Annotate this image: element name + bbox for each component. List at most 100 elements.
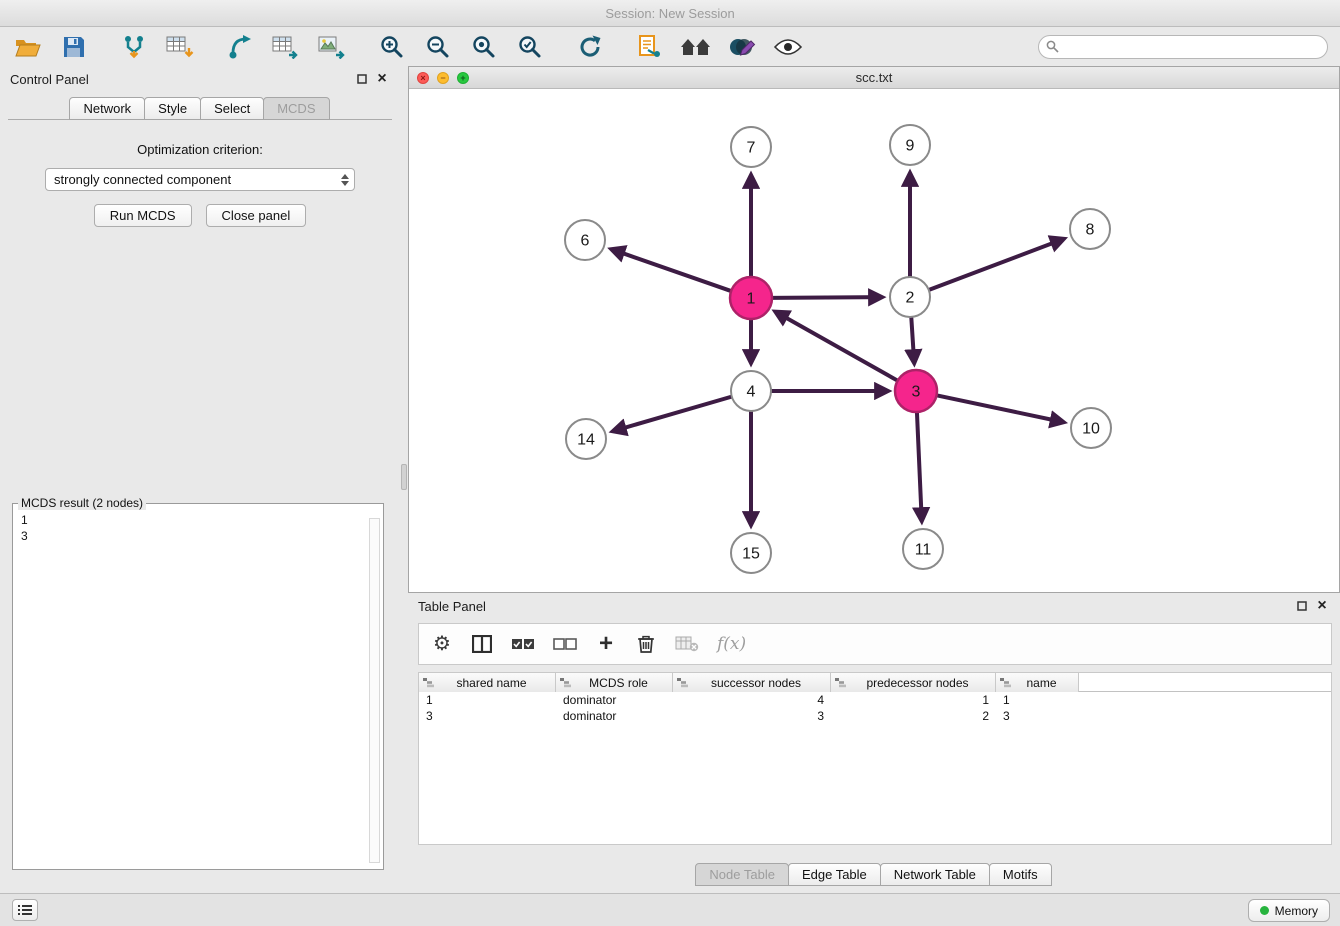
svg-text:2: 2 <box>906 290 915 307</box>
edge-2-8[interactable] <box>930 239 1063 289</box>
application-window: Session: New Session <box>0 0 1340 926</box>
home-icon[interactable] <box>680 32 712 62</box>
svg-text:1: 1 <box>747 291 756 308</box>
control-tab-mcds[interactable]: MCDS <box>263 97 329 120</box>
node-4[interactable]: 4 <box>731 371 771 411</box>
edge-1-6[interactable] <box>612 250 731 292</box>
node-table: shared nameMCDS rolesuccessor nodesprede… <box>418 672 1332 845</box>
export-table-icon[interactable] <box>270 32 302 62</box>
select-all-columns-icon[interactable] <box>511 631 535 657</box>
zoom-out-icon[interactable] <box>422 32 454 62</box>
control-panel-title: Control Panel <box>10 72 350 87</box>
float-panel-icon[interactable] <box>354 71 370 87</box>
node-10[interactable]: 10 <box>1071 408 1111 448</box>
node-3[interactable]: 3 <box>895 370 937 412</box>
node-15[interactable]: 15 <box>731 533 771 573</box>
search-icon <box>1046 40 1059 58</box>
window-minimize-button[interactable]: − <box>437 72 449 84</box>
function-builder-icon[interactable]: f(x) <box>717 631 746 657</box>
table-tab-motifs[interactable]: Motifs <box>989 863 1052 886</box>
node-9[interactable]: 9 <box>890 125 930 165</box>
mcds-result-title: MCDS result (2 nodes) <box>18 496 146 510</box>
window-title: Session: New Session <box>605 6 734 21</box>
search-input[interactable] <box>1038 35 1328 59</box>
control-tab-network[interactable]: Network <box>69 97 145 120</box>
splitter-grip[interactable] <box>401 464 407 490</box>
panel-splitter[interactable] <box>400 66 408 893</box>
status-menu-button[interactable] <box>12 899 38 921</box>
table-tab-network-table[interactable]: Network Table <box>880 863 990 886</box>
window-close-button[interactable]: × <box>417 72 429 84</box>
export-network-icon[interactable] <box>224 32 256 62</box>
delete-column-icon[interactable] <box>635 631 657 657</box>
network-window-title: scc.txt <box>856 70 893 85</box>
main-toolbar <box>0 27 1340 66</box>
node-6[interactable]: 6 <box>565 220 605 260</box>
add-column-icon[interactable]: + <box>595 631 617 657</box>
criterion-dropdown[interactable]: strongly connected component <box>45 168 355 191</box>
export-image-icon[interactable] <box>316 32 348 62</box>
zoom-selected-icon[interactable] <box>514 32 546 62</box>
window-titlebar: Session: New Session <box>0 0 1340 27</box>
window-zoom-button[interactable]: + <box>457 72 469 84</box>
result-scrollbar[interactable] <box>369 518 380 863</box>
control-tab-style[interactable]: Style <box>144 97 201 120</box>
sort-icon <box>677 677 688 688</box>
settings-gear-icon[interactable]: ⚙ <box>431 631 453 657</box>
table-row[interactable]: 1dominator411 <box>419 692 1331 708</box>
style-edit-icon[interactable] <box>726 32 758 62</box>
memory-button[interactable]: Memory <box>1248 899 1330 922</box>
edge-3-10[interactable] <box>937 395 1063 422</box>
node-1[interactable]: 1 <box>730 277 772 319</box>
column-header-successor-nodes[interactable]: successor nodes <box>673 673 831 692</box>
node-2[interactable]: 2 <box>890 277 930 317</box>
delete-table-icon[interactable] <box>675 631 699 657</box>
close-panel-icon[interactable]: × <box>374 71 390 87</box>
edge-4-14[interactable] <box>614 397 731 431</box>
close-panel-button[interactable]: Close panel <box>206 204 307 227</box>
eye-icon[interactable] <box>772 32 804 62</box>
table-row[interactable]: 3dominator323 <box>419 708 1331 724</box>
svg-text:10: 10 <box>1082 421 1100 438</box>
save-icon[interactable] <box>58 32 90 62</box>
table-body: 1dominator4113dominator323 <box>419 692 1331 724</box>
float-table-panel-icon[interactable] <box>1294 598 1310 614</box>
control-panel: Control Panel × NetworkStyleSelectMCDS O… <box>0 66 400 893</box>
column-header-predecessor-nodes[interactable]: predecessor nodes <box>831 673 996 692</box>
edge-1-2[interactable] <box>772 297 881 298</box>
import-network-icon[interactable] <box>118 32 150 62</box>
node-8[interactable]: 8 <box>1070 209 1110 249</box>
table-toolbar: ⚙ + f(x) <box>418 623 1332 665</box>
column-header-shared-name[interactable]: shared name <box>419 673 556 692</box>
control-tab-select[interactable]: Select <box>200 97 264 120</box>
refresh-icon[interactable] <box>574 32 606 62</box>
criterion-dropdown-value: strongly connected component <box>54 172 231 187</box>
open-folder-icon[interactable] <box>12 32 44 62</box>
edge-2-3[interactable] <box>911 318 914 362</box>
table-tab-node-table[interactable]: Node Table <box>695 863 789 886</box>
run-mcds-button[interactable]: Run MCDS <box>94 204 192 227</box>
edge-3-1[interactable] <box>776 312 897 380</box>
close-table-panel-icon[interactable]: × <box>1314 598 1330 614</box>
table-tab-edge-table[interactable]: Edge Table <box>788 863 881 886</box>
edge-3-11[interactable] <box>917 412 922 520</box>
table-panel-title: Table Panel <box>418 599 1290 614</box>
sort-icon <box>1000 677 1011 688</box>
node-11[interactable]: 11 <box>903 529 943 569</box>
column-header-MCDS-role[interactable]: MCDS role <box>556 673 673 692</box>
column-header-name[interactable]: name <box>996 673 1079 692</box>
node-14[interactable]: 14 <box>566 419 606 459</box>
zoom-in-icon[interactable] <box>376 32 408 62</box>
svg-text:4: 4 <box>747 384 756 401</box>
node-7[interactable]: 7 <box>731 127 771 167</box>
network-graph-canvas[interactable]: 7 9 6 8 1 2 4 3 14 10 15 11 <box>409 89 1339 592</box>
deselect-all-columns-icon[interactable] <box>553 631 577 657</box>
export-document-icon[interactable] <box>634 32 666 62</box>
search-field <box>1038 35 1328 59</box>
dropdown-stepper-icon <box>341 169 349 190</box>
mcds-result-text[interactable]: 1 3 <box>13 510 383 544</box>
svg-text:7: 7 <box>747 140 756 157</box>
import-table-icon[interactable] <box>164 32 196 62</box>
split-panel-icon[interactable] <box>471 631 493 657</box>
zoom-fit-icon[interactable] <box>468 32 500 62</box>
